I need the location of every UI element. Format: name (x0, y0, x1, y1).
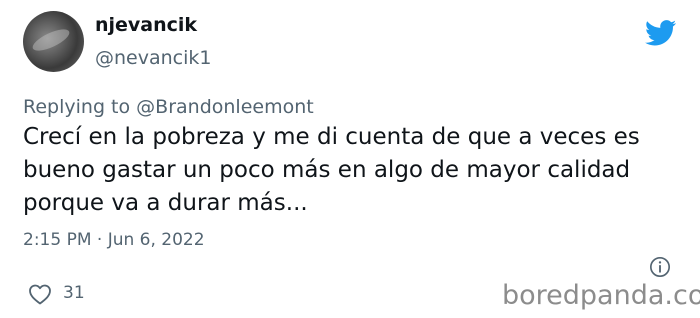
tweet-line: Crecí en la pobreza y me di cuenta de qu… (23, 124, 640, 150)
tweet-timestamp[interactable]: 2:15 PM · Jun 6, 2022 (23, 230, 205, 250)
info-icon[interactable] (649, 256, 671, 278)
replying-to-label: Replying to (23, 96, 137, 118)
heart-icon[interactable] (28, 283, 52, 305)
tweet-line: porque va a durar más... (23, 190, 308, 216)
watermark: boredpanda.com (502, 280, 700, 311)
display-name[interactable]: njevancik (95, 14, 197, 36)
twitter-bird-icon[interactable] (645, 20, 677, 46)
user-handle[interactable]: @nevancik1 (95, 47, 211, 69)
tweet-text: Crecí en la pobreza y me di cuenta de qu… (23, 121, 683, 220)
reply-target-link[interactable]: @Brandonleemont (136, 96, 314, 118)
avatar[interactable] (23, 11, 84, 72)
like-count: 31 (63, 283, 85, 303)
replying-to: Replying to @Brandonleemont (23, 96, 314, 118)
tweet-line: bueno gastar un poco más en algo de mayo… (23, 157, 631, 183)
